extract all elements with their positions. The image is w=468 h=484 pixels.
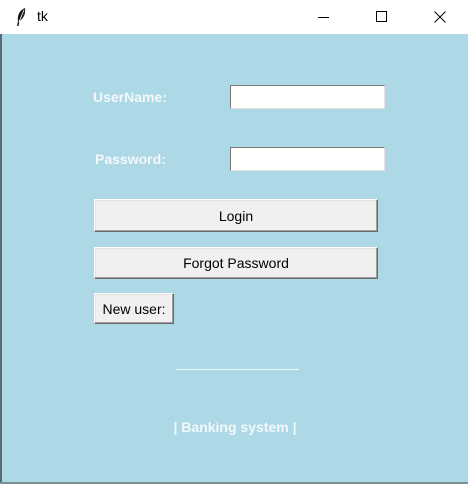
feather-icon	[17, 8, 26, 26]
forgot-password-button[interactable]: Forgot Password	[94, 247, 378, 279]
username-input[interactable]	[230, 85, 385, 109]
app-window: tk UserName: Password: Login Forgot Pass…	[0, 0, 468, 484]
close-button[interactable]	[412, 0, 468, 33]
minimize-icon	[318, 16, 329, 18]
window-title: tk	[37, 8, 48, 24]
close-icon	[434, 10, 446, 23]
client-area: UserName: Password: Login Forgot Passwor…	[2, 34, 468, 482]
maximize-button[interactable]	[354, 0, 410, 33]
password-input[interactable]	[230, 147, 385, 171]
title-bar[interactable]: tk	[0, 0, 468, 34]
minimize-button[interactable]	[296, 0, 352, 33]
username-label: UserName:	[93, 89, 167, 105]
new-user-button[interactable]: New user:	[94, 293, 174, 324]
login-button[interactable]: Login	[94, 199, 378, 232]
password-label: Password:	[95, 151, 166, 167]
separator-line	[176, 369, 299, 370]
footer-title: | Banking system |	[173, 419, 297, 435]
maximize-icon	[376, 10, 387, 22]
